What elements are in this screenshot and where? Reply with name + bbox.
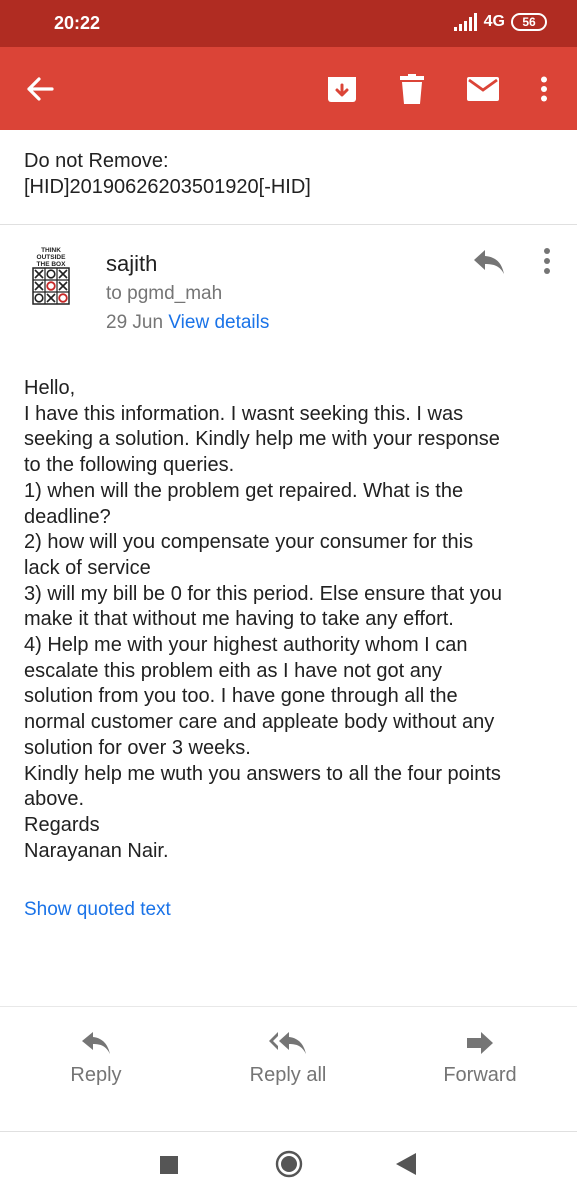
body-line: lack of service xyxy=(24,556,151,579)
reply-button[interactable]: Reply xyxy=(26,1028,166,1087)
show-quoted-text-link[interactable]: Show quoted text xyxy=(24,899,171,921)
body-line: solution for over 3 weeks. xyxy=(24,736,251,759)
home-button[interactable] xyxy=(275,1150,303,1178)
email-subject: Do not Remove: [HID]20190626203501920[-H… xyxy=(24,148,554,200)
email-date: 29 Jun xyxy=(106,312,164,333)
body-line: escalate this problem eith as I have not… xyxy=(24,659,443,682)
back-arrow-icon[interactable] xyxy=(20,47,60,130)
subject-line-1: Do not Remove: xyxy=(24,150,169,172)
body-line: 3) will my bill be 0 for this period. El… xyxy=(24,582,502,605)
battery-icon: 56 xyxy=(511,13,547,31)
status-time: 20:22 xyxy=(54,13,101,33)
body-line: Hello, xyxy=(24,377,76,399)
status-bar: 20:22 4G 56 xyxy=(0,0,577,47)
app-bar xyxy=(0,47,577,130)
divider xyxy=(0,1131,577,1132)
more-vert-icon[interactable] xyxy=(530,47,558,130)
archive-icon[interactable] xyxy=(322,47,362,130)
body-line: above. xyxy=(24,788,85,811)
forward-label: Forward xyxy=(443,1064,517,1086)
reply-label: Reply xyxy=(70,1064,122,1086)
body-line: to the following queries. xyxy=(24,454,235,477)
reply-icon xyxy=(26,1028,166,1058)
body-line: Narayanan Nair. xyxy=(24,839,169,862)
status-indicators: 4G 56 xyxy=(453,13,547,31)
recipient: to pgmd_mah xyxy=(106,283,223,304)
divider xyxy=(0,1006,577,1007)
sender-name[interactable]: sajith xyxy=(106,251,157,277)
mail-icon[interactable] xyxy=(462,47,504,130)
back-button[interactable] xyxy=(396,1153,416,1175)
divider xyxy=(0,224,577,225)
body-line: I have this information. I wasnt seeking… xyxy=(24,402,464,425)
body-line: 4) Help me with your highest authority w… xyxy=(24,634,468,657)
recents-button[interactable] xyxy=(160,1156,178,1174)
reply-icon[interactable] xyxy=(472,248,506,276)
body-line: normal customer care and appleate body w… xyxy=(24,711,495,734)
forward-button[interactable]: Forward xyxy=(410,1028,550,1087)
delete-icon[interactable] xyxy=(392,47,432,130)
battery-level: 56 xyxy=(522,15,536,29)
reply-all-icon xyxy=(218,1028,358,1058)
body-line: 2) how will you compensate your consumer… xyxy=(24,531,474,554)
body-line: solution from you too. I have gone throu… xyxy=(24,685,458,708)
forward-icon xyxy=(410,1028,550,1058)
body-line: 1) when will the problem get repaired. W… xyxy=(24,479,464,502)
reply-all-label: Reply all xyxy=(249,1064,327,1086)
avatar[interactable]: THINK OUTSIDE THE BOX xyxy=(30,244,72,306)
body-line: deadline? xyxy=(24,505,111,528)
more-vert-icon[interactable] xyxy=(538,247,556,275)
view-details-link[interactable]: View details xyxy=(168,312,269,333)
date-line: 29 Jun View details xyxy=(106,312,269,334)
svg-text:THE BOX: THE BOX xyxy=(37,261,67,268)
svg-text:OUTSIDE: OUTSIDE xyxy=(37,254,67,261)
reply-all-button[interactable]: Reply all xyxy=(218,1028,358,1087)
body-line: Kindly help me wuth you answers to all t… xyxy=(24,762,501,785)
signal-icon xyxy=(453,13,477,31)
subject-line-2: [HID]20190626203501920[-HID] xyxy=(24,176,311,198)
body-line: seeking a solution. Kindly help me with … xyxy=(24,428,500,451)
email-body: Hello, I have this information. I wasnt s… xyxy=(24,376,564,864)
body-line: make it that without me having to take a… xyxy=(24,608,454,631)
network-type: 4G xyxy=(483,13,505,30)
svg-text:THINK: THINK xyxy=(41,247,61,254)
body-line: Regards xyxy=(24,813,100,836)
